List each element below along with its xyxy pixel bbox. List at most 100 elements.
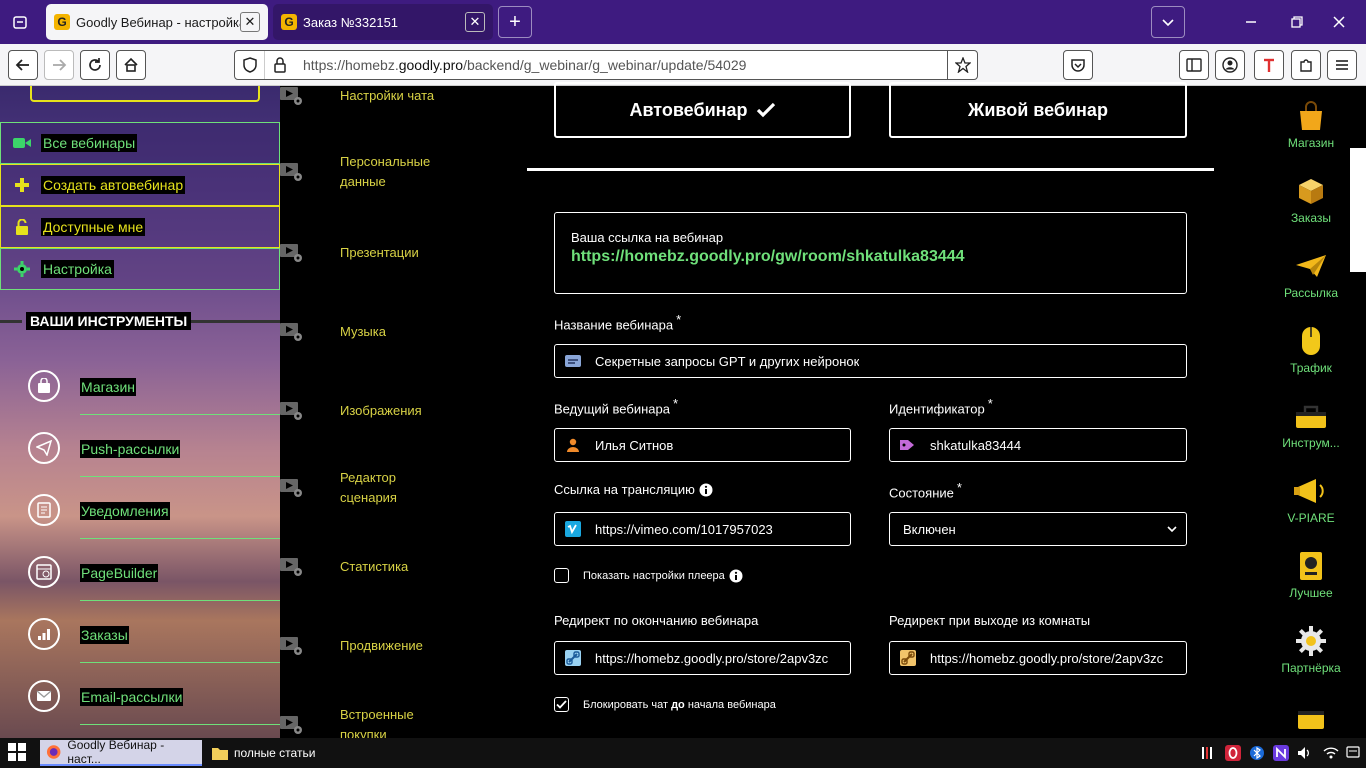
video-settings-icon <box>280 479 302 497</box>
section-presentations[interactable]: Презентации <box>280 241 480 265</box>
forward-button[interactable] <box>44 50 74 80</box>
sidebar-item-available-to-me[interactable]: Доступные мне <box>0 206 280 248</box>
restore-window-button[interactable] <box>1282 10 1312 34</box>
tab-overview-button[interactable] <box>6 8 34 36</box>
rightbar-best[interactable]: Лучшее <box>1268 548 1354 600</box>
back-button[interactable] <box>8 50 38 80</box>
block-chat-checkbox[interactable]: Блокировать чат до начала вебинара <box>554 697 776 712</box>
extensions-button[interactable] <box>1291 50 1321 80</box>
sidebar-top-button-remnant[interactable] <box>30 86 260 102</box>
tool-pagebuilder[interactable]: PageBuilder <box>0 542 280 604</box>
taskbar-firefox[interactable]: Goodly Вебинар - наст... <box>40 738 202 766</box>
windows-start-icon[interactable] <box>8 743 28 763</box>
redirect-end-input[interactable]: https://homebz.goodly.pro/store/2apv3zc <box>554 641 851 675</box>
tool-email[interactable]: Email-рассылки <box>0 666 280 728</box>
rightbar-tools[interactable]: Инструм... <box>1268 398 1354 450</box>
info-icon[interactable] <box>729 569 743 583</box>
reader-view-button[interactable] <box>1179 50 1209 80</box>
sidebar-icon <box>1186 58 1202 72</box>
webinar-link-box: Ваша ссылка на вебинар https://homebz.go… <box>554 212 1187 294</box>
tray-bluetooth-icon[interactable] <box>1248 744 1266 762</box>
reload-button[interactable] <box>80 50 110 80</box>
minimize-window-button[interactable] <box>1236 10 1266 34</box>
pocket-button[interactable] <box>1063 50 1093 80</box>
sidebar-item-settings[interactable]: Настройка <box>0 248 280 290</box>
autowebinar-mode-button[interactable]: Автовебинар <box>554 82 851 138</box>
tracking-protection-shield-icon[interactable] <box>235 51 265 79</box>
host-input[interactable]: Илья Ситнов <box>554 428 851 462</box>
tray-n-app-icon[interactable] <box>1272 744 1290 762</box>
app-menu-button[interactable] <box>1327 50 1357 80</box>
chevron-down-icon <box>1167 526 1177 533</box>
account-button[interactable] <box>1215 50 1245 80</box>
tab-goodly-webinar[interactable]: G Goodly Вебинар - настройка ✕ <box>46 4 268 40</box>
home-button[interactable] <box>116 50 146 80</box>
right-app-bar: Магазин Заказы Рассылка Трафик Инструм..… <box>1240 86 1366 738</box>
minimize-icon <box>1246 21 1256 23</box>
section-statistics[interactable]: Статистика <box>280 555 480 579</box>
checkbox-unchecked[interactable] <box>554 568 569 583</box>
info-icon[interactable] <box>699 483 713 497</box>
vimeo-icon <box>565 521 581 537</box>
taskbar-folder[interactable]: полные статьи <box>206 740 366 766</box>
close-window-button[interactable] <box>1324 10 1354 34</box>
webinar-name-input[interactable]: Секретные запросы GPT и других нейронок <box>554 344 1187 378</box>
section-music[interactable]: Музыка <box>280 320 480 344</box>
tab-list-button[interactable] <box>1151 6 1185 38</box>
rightbar-next-item[interactable] <box>1268 698 1354 734</box>
section-images[interactable]: Изображения <box>280 399 480 423</box>
player-settings-checkbox[interactable]: Показать настройки плеера <box>554 568 743 583</box>
redirect-exit-input[interactable]: https://homebz.goodly.pro/store/2apv3zc <box>889 641 1187 675</box>
section-promotion[interactable]: Продвижение <box>280 634 480 658</box>
tray-wifi-icon[interactable] <box>1322 744 1340 762</box>
tool-push[interactable]: Push-рассылки <box>0 418 280 480</box>
address-bar[interactable]: https://homebz.goodly.pro/backend/g_webi… <box>234 50 978 80</box>
tool-orders[interactable]: Заказы <box>0 604 280 666</box>
state-select[interactable]: Включен <box>889 512 1187 546</box>
rightbar-traffic[interactable]: Трафик <box>1268 323 1354 375</box>
rightbar-mailing[interactable]: Рассылка <box>1268 248 1354 300</box>
trophy-icon <box>1293 548 1329 584</box>
rightbar-orders[interactable]: Заказы <box>1268 173 1354 225</box>
tab-overview-icon <box>13 16 27 29</box>
arrow-left-icon <box>15 59 29 71</box>
close-tab-icon[interactable]: ✕ <box>240 12 260 32</box>
tab-order[interactable]: G Заказ №332151 ✕ <box>273 4 493 40</box>
tool-notifications[interactable]: Уведомления <box>0 480 280 542</box>
section-personal-data[interactable]: Персональные данные <box>280 152 480 192</box>
live-webinar-mode-button[interactable]: Живой вебинар <box>889 82 1187 138</box>
rightbar-v-piare[interactable]: V-PIARE <box>1268 473 1354 525</box>
tray-app-icon[interactable] <box>1200 744 1218 762</box>
right-scrollbar-thumb[interactable] <box>1350 148 1366 272</box>
rightbar-partner[interactable]: Партнёрка <box>1268 623 1354 675</box>
checkmark-icon <box>556 700 567 709</box>
identifier-input[interactable]: shkatulka83444 <box>889 428 1187 462</box>
video-settings-icon <box>280 244 302 262</box>
new-tab-button[interactable]: + <box>498 6 532 38</box>
url-text[interactable]: https://homebz.goodly.pro/backend/g_webi… <box>295 57 947 73</box>
section-chat-settings[interactable]: Настройки чата <box>280 84 480 108</box>
extension-t-button[interactable] <box>1254 50 1284 80</box>
goodly-favicon-icon: G <box>281 14 297 30</box>
close-tab-icon[interactable]: ✕ <box>465 12 485 32</box>
redirect-exit-label: Редирект при выходе из комнаты <box>889 613 1091 628</box>
identifier-label: Идентификатор * <box>889 396 993 417</box>
video-settings-icon <box>280 323 302 341</box>
tray-opera-icon[interactable] <box>1224 744 1242 762</box>
sidebar-item-create-autowebinar[interactable]: Создать автовебинар <box>0 164 280 206</box>
webinar-link[interactable]: https://homebz.goodly.pro/gw/room/shkatu… <box>571 248 1170 266</box>
tray-volume-icon[interactable] <box>1296 744 1314 762</box>
browser-nav-bar: https://homebz.goodly.pro/backend/g_webi… <box>0 44 1366 86</box>
mouse-icon <box>1293 323 1329 359</box>
stream-link-input[interactable]: https://vimeo.com/1017957023 <box>554 512 851 546</box>
rightbar-shop[interactable]: Магазин <box>1268 98 1354 150</box>
tool-shop[interactable]: Магазин <box>0 356 280 418</box>
bookmark-star-icon[interactable] <box>947 51 977 79</box>
link-icon <box>900 650 916 666</box>
lock-icon[interactable] <box>265 51 295 79</box>
tray-notifications-icon[interactable] <box>1344 744 1362 762</box>
section-script-editor[interactable]: Редактор сценария <box>280 468 480 508</box>
page-builder-icon <box>28 556 60 588</box>
checkbox-checked[interactable] <box>554 697 569 712</box>
sidebar-item-all-webinars[interactable]: Все вебинары <box>0 122 280 164</box>
